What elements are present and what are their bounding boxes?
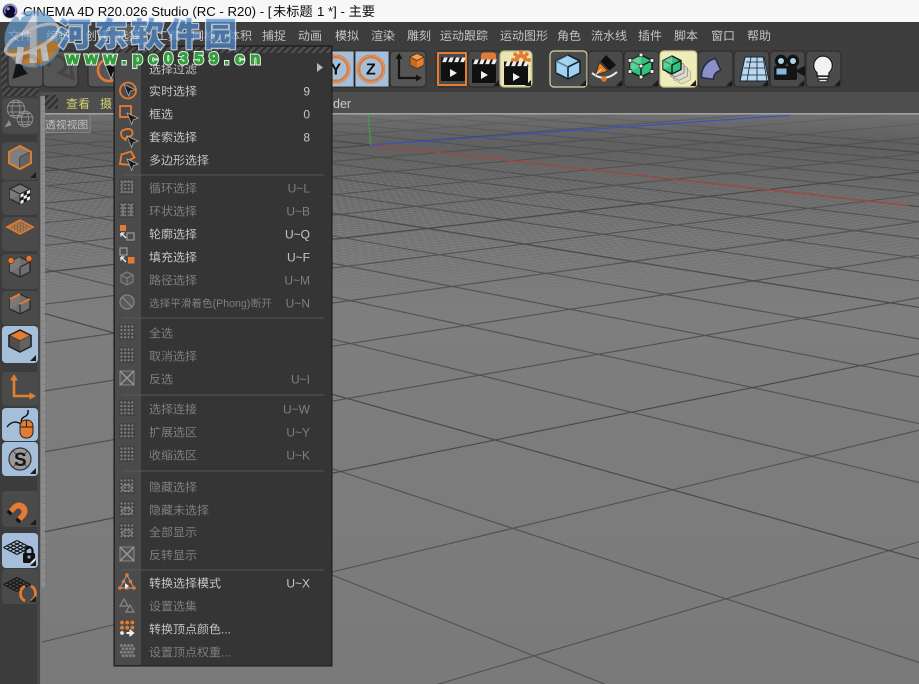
svg-text:CINEMA 4D R20.026 Studio (RC -: CINEMA 4D R20.026 Studio (RC - R20) - [: [23, 4, 272, 19]
svg-text:(Phong): (Phong): [213, 298, 251, 310]
svg-text:U~I: U~I: [291, 373, 310, 387]
svg-text:U~Y: U~Y: [286, 426, 310, 440]
svg-text:0: 0: [303, 108, 310, 122]
svg-text:8: 8: [303, 131, 310, 145]
svg-text:U~M: U~M: [284, 274, 310, 288]
svg-text:U~N: U~N: [286, 297, 310, 311]
svg-text:U~K: U~K: [286, 449, 310, 463]
svg-text:U~Q: U~Q: [285, 228, 310, 242]
svg-text:S: S: [14, 450, 27, 471]
svg-text:...: ...: [221, 623, 231, 637]
svg-text:U~F: U~F: [287, 251, 310, 265]
svg-text:...: ...: [221, 646, 231, 660]
svg-text:U~L: U~L: [288, 182, 311, 196]
svg-text:1 *] -: 1 *] -: [317, 4, 345, 19]
svg-text:U~B: U~B: [286, 205, 310, 219]
svg-text:der: der: [333, 97, 351, 111]
svg-text:www.pc0359.cn: www.pc0359.cn: [65, 50, 266, 68]
svg-text:U~X: U~X: [286, 577, 310, 591]
svg-text:9: 9: [303, 85, 310, 99]
svg-text:Z: Z: [366, 62, 376, 79]
svg-text:U~W: U~W: [283, 403, 311, 417]
